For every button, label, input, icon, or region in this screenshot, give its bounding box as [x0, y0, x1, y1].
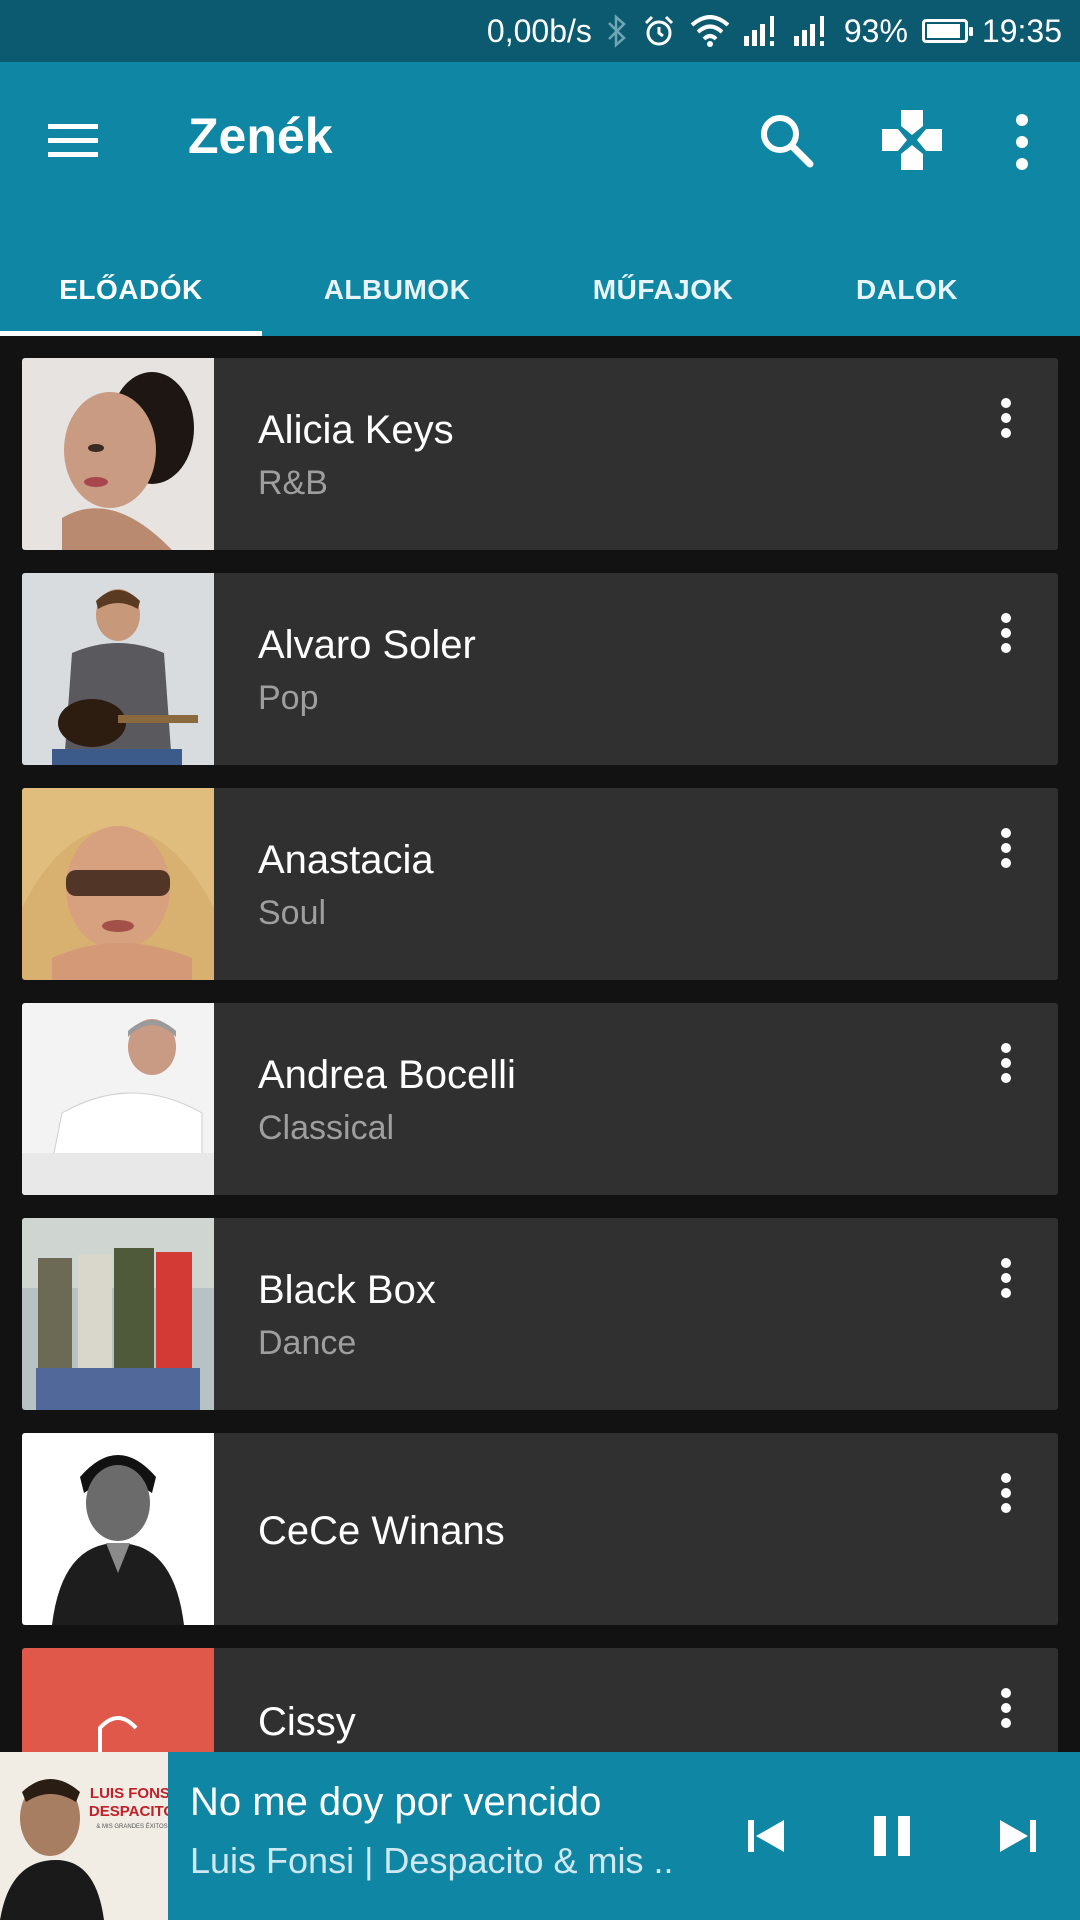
signal-icon [743, 16, 780, 46]
more-vert-icon[interactable] [998, 613, 1014, 661]
artist-photo [22, 1433, 214, 1625]
status-bar: 0,00b/s 93% 19:35 [0, 0, 1080, 62]
list-item[interactable]: CeCe Winans [22, 1433, 1058, 1625]
artist-genre: Pop [258, 679, 319, 717]
artist-placeholder [22, 1648, 214, 1752]
skip-previous-icon [748, 1820, 784, 1852]
more-vert-icon [1016, 114, 1028, 170]
alarm-icon [642, 14, 676, 48]
more-vert-icon[interactable] [998, 398, 1014, 446]
tab-albumok[interactable]: ALBUMOK [262, 244, 532, 336]
artist-name: Cissy [258, 1700, 356, 1744]
tab-dalok[interactable]: DALOK [794, 244, 1020, 336]
menu-icon [48, 124, 98, 157]
album-art-line3: & MIS GRANDES ÉXITOS [96, 1823, 167, 1830]
list-item[interactable]: Alicia Keys R&B [22, 358, 1058, 550]
gamepad-icon [882, 110, 942, 170]
clock: 19:35 [981, 12, 1062, 49]
search-icon [761, 115, 814, 168]
list-item[interactable]: Anastacia Soul [22, 788, 1058, 980]
artist-list: Alicia Keys R&B Alvaro Soler Pop Anastac… [0, 336, 1080, 1752]
more-vert-icon[interactable] [998, 1043, 1014, 1091]
pause-icon [874, 1816, 910, 1856]
artist-name: Alvaro Soler [258, 623, 476, 667]
battery-icon [921, 19, 973, 43]
artist-photo [22, 788, 214, 980]
next-button[interactable] [978, 1796, 1058, 1876]
gamepad-button[interactable] [876, 104, 948, 176]
artist-name: Andrea Bocelli [258, 1053, 516, 1097]
wifi-icon [690, 15, 730, 47]
battery-percent: 93% [843, 12, 908, 49]
overflow-menu-button[interactable] [1000, 106, 1044, 178]
artist-genre: R&B [258, 464, 328, 502]
album-art[interactable]: LUIS FONSI DESPACITO & MIS GRANDES ÉXITO… [0, 1752, 168, 1920]
artist-photo [22, 1003, 214, 1195]
signal-icon [793, 16, 830, 46]
song-title: No me doy por vencido [190, 1780, 602, 1824]
artist-name: Black Box [258, 1268, 436, 1312]
tab-bar: ELŐADÓK ALBUMOK MŰFAJOK DALOK [0, 244, 1080, 336]
skip-next-icon [1000, 1820, 1036, 1852]
artist-photo [22, 1218, 214, 1410]
search-button[interactable] [752, 106, 822, 176]
page-title: Zenék [188, 108, 333, 164]
more-vert-icon[interactable] [998, 828, 1014, 876]
list-item[interactable]: Andrea Bocelli Classical [22, 1003, 1058, 1195]
album-art-line2: DESPACITO [89, 1803, 168, 1820]
artist-genre: Soul [258, 894, 327, 932]
artist-name: Alicia Keys [258, 408, 454, 452]
list-item[interactable]: Cissy [22, 1648, 1058, 1752]
now-playing-bar[interactable]: LUIS FONSI DESPACITO & MIS GRANDES ÉXITO… [0, 1752, 1080, 1920]
tab-mufajok[interactable]: MŰFAJOK [532, 244, 794, 336]
album-art-line1: LUIS FONSI [90, 1785, 168, 1802]
list-item[interactable]: Alvaro Soler Pop [22, 573, 1058, 765]
artist-photo [22, 358, 214, 550]
song-subtitle: Luis Fonsi | Despacito & mis .. [190, 1840, 674, 1881]
artist-name: Anastacia [258, 838, 434, 882]
more-vert-icon[interactable] [998, 1258, 1014, 1306]
bluetooth-icon [606, 14, 628, 48]
network-speed: 0,00b/s [486, 12, 592, 49]
more-vert-icon[interactable] [998, 1688, 1014, 1736]
list-item[interactable]: Black Box Dance [22, 1218, 1058, 1410]
pause-button[interactable] [852, 1796, 932, 1876]
artist-name: CeCe Winans [258, 1509, 505, 1553]
battery-level-fill [926, 24, 961, 38]
tab-eloadok[interactable]: ELŐADÓK [0, 244, 262, 336]
artist-photo [22, 573, 214, 765]
artist-genre: Dance [258, 1324, 357, 1362]
menu-button[interactable] [46, 114, 100, 168]
album-cover: LUIS FONSI DESPACITO & MIS GRANDES ÉXITO… [0, 1752, 168, 1920]
previous-button[interactable] [726, 1796, 806, 1876]
app-bar: Zenék ELŐADÓK ALBUMOK MŰFAJOK DALOK [0, 62, 1080, 336]
artist-genre: Classical [258, 1109, 395, 1147]
more-vert-icon[interactable] [998, 1473, 1014, 1521]
